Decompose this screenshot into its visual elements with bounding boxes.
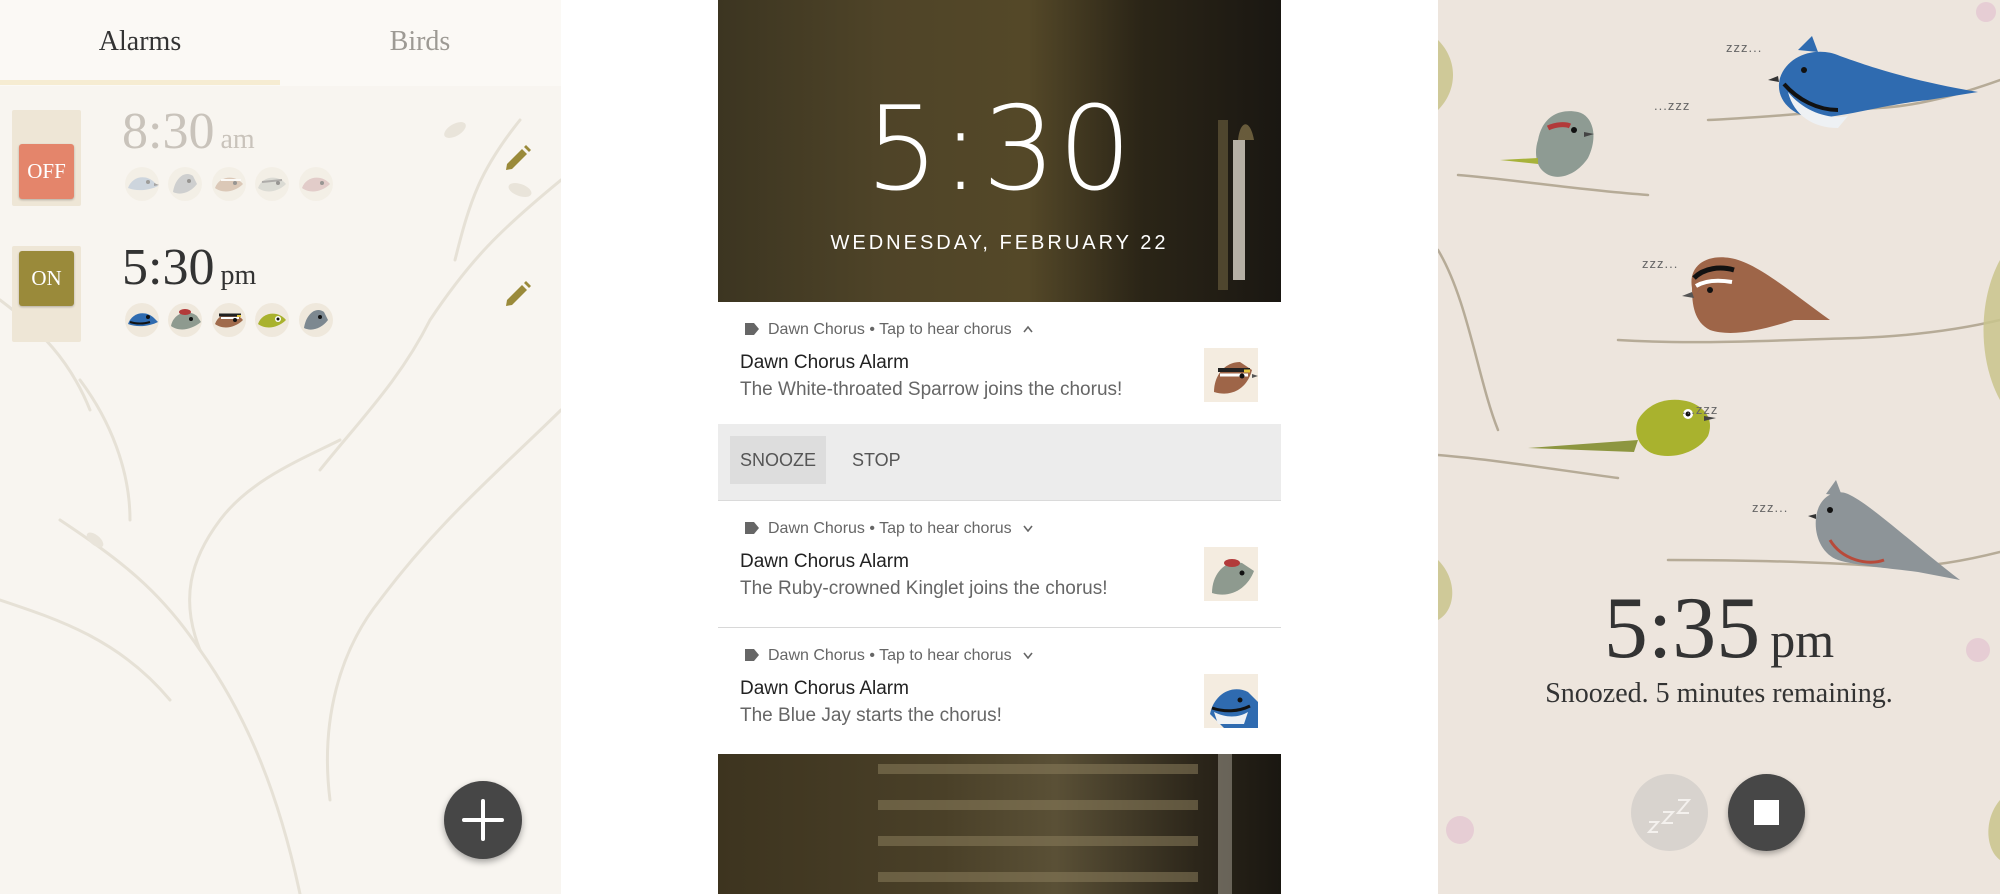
alarm-time[interactable]: 5:30 pm: [122, 238, 256, 297]
lock-wallpaper: 5:30 WEDNESDAY, FEBRUARY 22: [718, 0, 1281, 302]
tag-icon: [745, 649, 759, 661]
white-throated-sparrow-thumbnail: [1204, 348, 1258, 402]
blue-jay-icon: [125, 303, 159, 337]
birds-on-branches-illustration: [1438, 2, 2000, 860]
notification-subtext: Tap to hear chorus: [879, 321, 1012, 338]
tufted-titmouse-icon: [299, 303, 333, 337]
separator-dot: •: [869, 321, 875, 338]
zzz-label: ...zzz: [1654, 98, 1691, 113]
snooze-status-text: Snoozed. 5 minutes remaining.: [1545, 678, 1893, 709]
stop-button[interactable]: STOP: [842, 436, 911, 484]
zzz-label: zzz...: [1726, 40, 1763, 55]
notification-app-name: Dawn Chorus: [768, 520, 865, 537]
tag-icon: [745, 323, 759, 335]
notification-header: Dawn Chorus • Tap to hear chorus: [744, 647, 1034, 665]
white-throated-sparrow-icon: [212, 167, 246, 201]
tab-birds[interactable]: Birds: [280, 0, 560, 86]
zzz-label: zzz...: [1752, 500, 1789, 515]
notification-title: Dawn Chorus Alarm: [740, 678, 909, 699]
white-throated-sparrow-illustration: [1682, 257, 1830, 333]
snooze-again-button[interactable]: [1631, 774, 1708, 851]
lock-screen-clock: 5:30: [865, 82, 1134, 217]
notification-text: The White-throated Sparrow joins the cho…: [740, 379, 1123, 400]
notification-text: The Ruby-crowned Kinglet joins the choru…: [740, 578, 1108, 599]
separator-dot: •: [869, 520, 875, 537]
notification-card[interactable]: Dawn Chorus • Tap to hear chorus Dawn Ch…: [718, 628, 1281, 754]
lock-screen: 5:30 WEDNESDAY, FEBRUARY 22 Dawn Chorus …: [718, 0, 1281, 894]
notification-card[interactable]: Dawn Chorus • Tap to hear chorus Dawn Ch…: [718, 302, 1281, 424]
edit-pencil-icon[interactable]: [498, 140, 536, 178]
notification-title: Dawn Chorus Alarm: [740, 352, 909, 373]
alarm-toggle-button[interactable]: ON: [19, 251, 74, 306]
tab-bar: Alarms Birds: [0, 0, 561, 86]
alarm-time-value: 8:30: [122, 103, 215, 160]
notification-card[interactable]: Dawn Chorus • Tap to hear chorus Dawn Ch…: [718, 501, 1281, 628]
lock-screen-date: WEDNESDAY, FEBRUARY 22: [830, 232, 1169, 254]
white-throated-sparrow-icon: [212, 303, 246, 337]
zzz-label: zzz...: [1642, 256, 1679, 271]
blue-jay-icon: [125, 167, 159, 201]
alarm-time-value: 5:30: [122, 239, 215, 296]
snooze-button[interactable]: SNOOZE: [730, 436, 827, 484]
tufted-titmouse-icon: [168, 167, 202, 201]
ruby-crowned-kinglet-icon: [299, 167, 333, 201]
tufted-titmouse-illustration: [1808, 480, 1960, 580]
snooze-zzz-icon: [1646, 799, 1692, 833]
tag-icon: [745, 522, 759, 534]
snooze-clock: 5:35 pm: [1438, 585, 2000, 673]
window-blinds-decoration: [878, 754, 1232, 894]
alarm-ampm: pm: [220, 260, 257, 291]
snooze-ampm: pm: [1770, 612, 1835, 668]
tab-alarms[interactable]: Alarms: [0, 0, 280, 86]
notification-app-name: Dawn Chorus: [768, 647, 865, 664]
notification-subtext: Tap to hear chorus: [879, 520, 1012, 537]
edit-pencil-icon[interactable]: [498, 276, 536, 314]
notification-header: Dawn Chorus • Tap to hear chorus: [744, 520, 1034, 538]
ruby-crowned-kinglet-icon: [168, 303, 202, 337]
snooze-screen: zzz... ...zzz zzz... ...zzz zzz... 5:35 p…: [1438, 0, 2000, 894]
plus-icon: [462, 799, 504, 841]
toggle-cell: OFF: [12, 110, 81, 206]
alarm-time[interactable]: 8:30 am: [122, 102, 255, 161]
snooze-time-value: 5:35: [1603, 580, 1761, 677]
alarm-row[interactable]: OFF 8:30 am: [0, 103, 561, 210]
notification-app-name: Dawn Chorus: [768, 321, 865, 338]
chevron-down-icon[interactable]: [1022, 651, 1034, 659]
alarm-ampm: am: [220, 124, 255, 155]
notification-title: Dawn Chorus Alarm: [740, 551, 909, 572]
separator-dot: •: [869, 647, 875, 664]
stop-alarm-button[interactable]: [1728, 774, 1805, 851]
add-alarm-button[interactable]: [444, 781, 522, 859]
ruby-crowned-kinglet-illustration: [1500, 111, 1594, 177]
active-tab-indicator: [0, 80, 280, 85]
stop-icon: [1754, 800, 1779, 825]
notification-subtext: Tap to hear chorus: [879, 647, 1012, 664]
warbler-yellow-icon: [255, 303, 289, 337]
alarm-toggle-button[interactable]: OFF: [19, 144, 74, 199]
chevron-down-icon[interactable]: [1022, 524, 1034, 532]
alarms-screen: Alarms Birds OFF 8:30 am ON 5:30 pm: [0, 0, 561, 894]
zzz-label: ...zzz: [1682, 402, 1719, 417]
chevron-up-icon[interactable]: [1022, 325, 1034, 333]
notification-text: The Blue Jay starts the chorus!: [740, 705, 1002, 726]
black-throated-warbler-icon: [255, 167, 289, 201]
blue-jay-thumbnail: [1204, 674, 1258, 728]
alarm-row[interactable]: ON 5:30 pm: [0, 239, 561, 346]
notification-header: Dawn Chorus • Tap to hear chorus: [744, 321, 1034, 339]
ruby-crowned-kinglet-thumbnail: [1204, 547, 1258, 601]
notification-actions: SNOOZE STOP: [718, 424, 1281, 501]
toggle-cell: ON: [12, 246, 81, 342]
lock-wallpaper-bottom: [718, 754, 1281, 894]
